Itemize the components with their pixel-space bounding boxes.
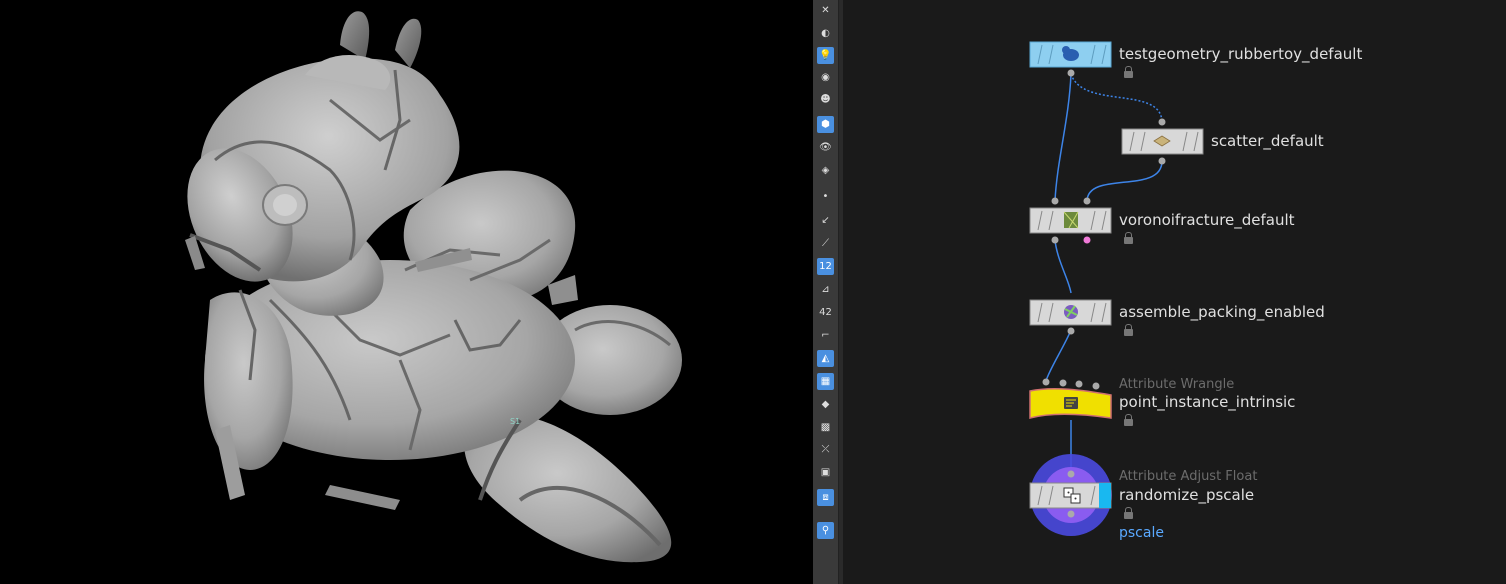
- viewport-canvas[interactable]: S1: [0, 0, 813, 584]
- close-tool-icon[interactable]: ✕: [817, 2, 834, 19]
- wire-scatter-to-voronoi: [1086, 160, 1163, 202]
- visibility-icon[interactable]: ◈: [817, 162, 834, 179]
- background-icon[interactable]: ▣: [817, 464, 834, 481]
- uv-border-icon[interactable]: ⌐: [817, 327, 834, 344]
- node-type-adjust: Attribute Adjust Float: [1119, 469, 1258, 484]
- voronoi-icon: [1063, 211, 1079, 229]
- light-bulb-icon[interactable]: 💡: [817, 47, 834, 64]
- normals-icon[interactable]: ↙: [817, 212, 834, 229]
- snap-icon[interactable]: ⤫: [817, 441, 834, 458]
- network-editor[interactable]: testgeometry_rubbertoy_default scatter_d…: [843, 0, 1506, 584]
- assemble-icon: [1064, 305, 1078, 319]
- wireframe-icon[interactable]: ◭: [817, 350, 834, 367]
- wire-testgeometry-to-voronoi: [1054, 73, 1072, 202]
- vertex-numbers-icon[interactable]: 42: [817, 304, 834, 321]
- node-label-assemble[interactable]: assemble_packing_enabled: [1119, 303, 1325, 321]
- lock-icon[interactable]: [1124, 232, 1133, 244]
- lock-icon[interactable]: [1124, 66, 1133, 78]
- wire-testgeometry-to-scatter: [1070, 73, 1163, 123]
- primitive-numbers-icon[interactable]: ⊿: [817, 281, 834, 298]
- shaded-icon[interactable]: ◆: [817, 396, 834, 413]
- node-label-voronoi[interactable]: voronoifracture_default: [1119, 211, 1295, 229]
- viewport-display-toolbar: ✕ ◐ 💡 ◉ ☻ ⬢ 👁 ◈ • ↙ ⟋ 12 ⊿ 42 ⌐ ◭ ▦ ◆ ▩ ⤫ ▣ ⧈ ⚲: [813, 0, 839, 584]
- node-voronoi[interactable]: [1029, 197, 1112, 244]
- node-wrangle[interactable]: [1029, 378, 1112, 419]
- node-type-wrangle: Attribute Wrangle: [1119, 377, 1235, 392]
- camera-light-icon[interactable]: ☻: [817, 91, 834, 108]
- lock-icon[interactable]: [1124, 507, 1133, 519]
- node-label-scatter[interactable]: scatter_default: [1211, 132, 1324, 150]
- node-label-adjust[interactable]: randomize_pscale: [1119, 486, 1254, 504]
- pin-icon[interactable]: ⚲: [817, 522, 834, 539]
- lock-icon[interactable]: [1124, 324, 1133, 336]
- node-adjust[interactable]: [1029, 454, 1112, 536]
- node-testgeometry[interactable]: [1029, 41, 1112, 77]
- point-numbers-icon[interactable]: 12: [817, 258, 834, 275]
- safe-area-icon[interactable]: ⧈: [817, 489, 834, 506]
- node-label-wrangle[interactable]: point_instance_intrinsic: [1119, 393, 1295, 411]
- eye-options-icon[interactable]: 👁: [817, 139, 834, 156]
- display-mode-icon[interactable]: ⬢: [817, 116, 834, 133]
- scene-viewport[interactable]: S1: [0, 0, 813, 584]
- point-display-icon[interactable]: •: [817, 188, 834, 205]
- wire-assemble-to-wrangle: [1045, 329, 1072, 382]
- wrangle-icon: [1064, 397, 1078, 409]
- ghost-icon[interactable]: ▦: [817, 373, 834, 390]
- wire-voronoi-to-assemble: [1054, 239, 1072, 294]
- node-assemble[interactable]: [1029, 299, 1112, 335]
- node-label-testgeometry[interactable]: testgeometry_rubbertoy_default: [1119, 45, 1362, 63]
- vectors-icon[interactable]: ⟋: [817, 235, 834, 252]
- lock-icon[interactable]: [1124, 414, 1133, 426]
- texture-icon[interactable]: ▩: [817, 419, 834, 436]
- selection-mask-icon[interactable]: ◐: [817, 25, 834, 42]
- light-alt-icon[interactable]: ◉: [817, 69, 834, 86]
- point-number-label: S1: [510, 417, 520, 426]
- attribute-flag-label: pscale: [1119, 525, 1164, 541]
- node-scatter[interactable]: [1121, 118, 1204, 165]
- rubber-toy-model: [185, 11, 682, 563]
